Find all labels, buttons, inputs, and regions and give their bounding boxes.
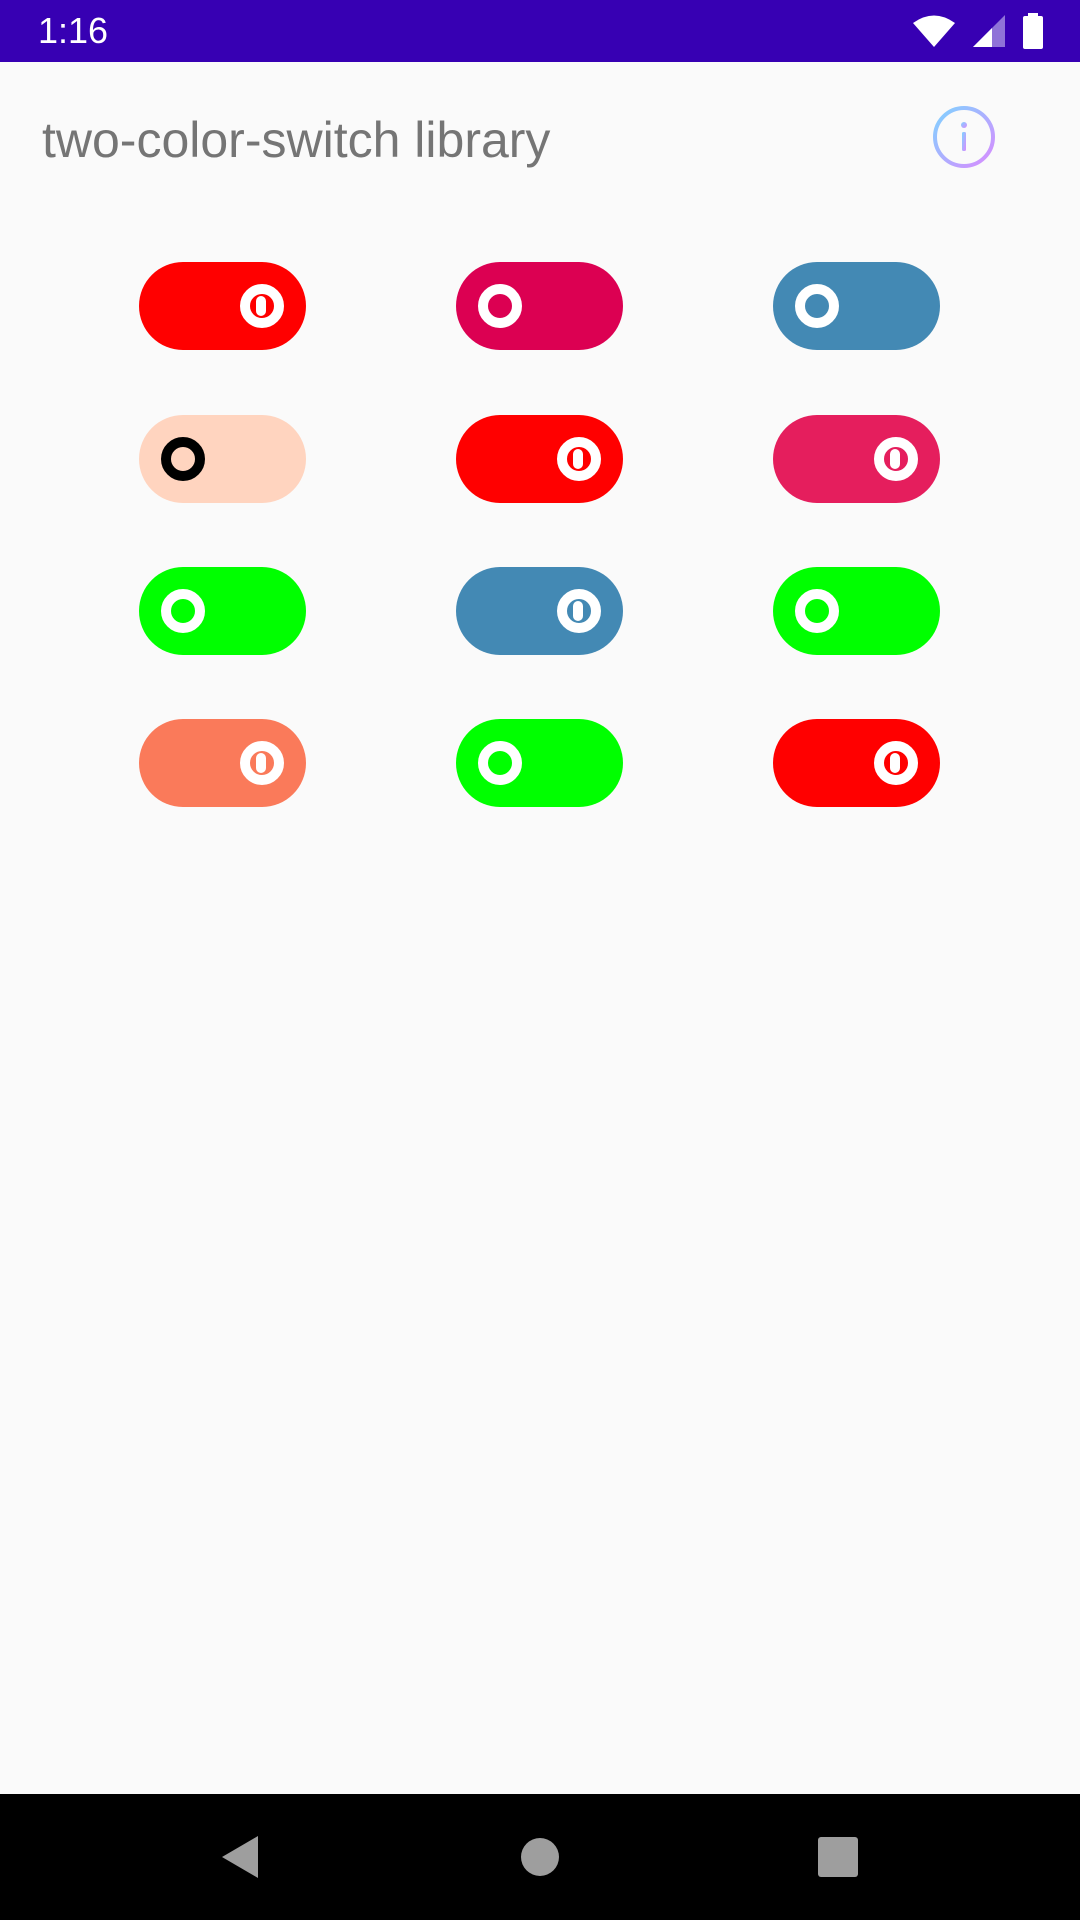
switch-knob [795, 589, 839, 633]
recents-icon [813, 1832, 863, 1882]
switch-4[interactable] [139, 415, 306, 503]
switch-knob [240, 284, 284, 328]
info-button[interactable] [932, 105, 996, 169]
switch-knob [240, 741, 284, 785]
switch-knob [478, 741, 522, 785]
switch-8[interactable] [456, 567, 623, 655]
switch-knob [874, 741, 918, 785]
page-title: two-color-switch library [42, 112, 551, 168]
switch-knob [795, 284, 839, 328]
battery-icon [1022, 13, 1044, 49]
switch-knob [874, 437, 918, 481]
home-button[interactable] [515, 1832, 565, 1882]
home-icon [515, 1832, 565, 1882]
info-icon [932, 105, 996, 169]
switch-knob [161, 589, 205, 633]
switch-knob [557, 437, 601, 481]
switch-10[interactable] [139, 719, 306, 807]
switch-5[interactable] [456, 415, 623, 503]
recents-button[interactable] [813, 1832, 863, 1882]
switch-9[interactable] [773, 567, 940, 655]
status-icons [912, 12, 1044, 50]
status-time: 1:16 [38, 10, 109, 51]
switch-3[interactable] [773, 262, 940, 350]
cell-signal-icon [972, 14, 1006, 48]
switch-7[interactable] [139, 567, 306, 655]
back-icon [216, 1832, 266, 1882]
switch-11[interactable] [456, 719, 623, 807]
switch-knob [478, 284, 522, 328]
switch-knob [557, 589, 601, 633]
wifi-icon [912, 14, 956, 48]
switch-knob [161, 437, 205, 481]
switch-1[interactable] [139, 262, 306, 350]
navigation-bar [0, 1794, 1080, 1920]
switch-2[interactable] [456, 262, 623, 350]
status-bar: 1:16 [0, 0, 1080, 62]
back-button[interactable] [216, 1832, 266, 1882]
switch-12[interactable] [773, 719, 940, 807]
switch-6[interactable] [773, 415, 940, 503]
